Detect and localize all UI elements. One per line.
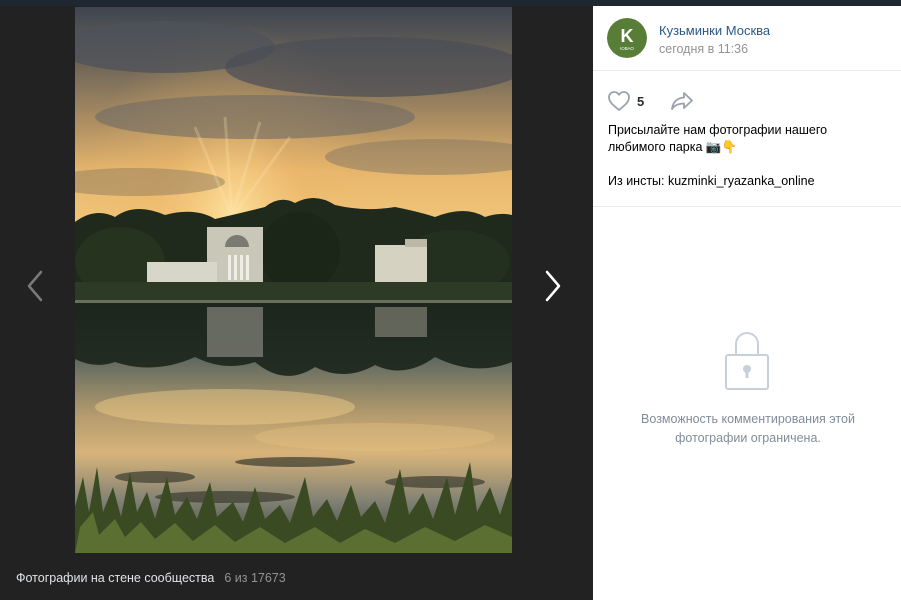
post-header: K ЮВАО Кузьминки Москва сегодня в 11:36 xyxy=(593,6,901,71)
divider xyxy=(593,206,901,207)
next-photo-button[interactable] xyxy=(538,266,568,306)
chevron-right-icon xyxy=(545,270,561,302)
photo-image xyxy=(75,7,512,553)
lock-icon xyxy=(724,329,770,391)
like-button[interactable]: 5 xyxy=(607,90,644,112)
info-panel: K ЮВАО Кузьминки Москва сегодня в 11:36 … xyxy=(593,6,901,600)
group-logo: K ЮВАО xyxy=(607,18,647,58)
post-actions: 5 xyxy=(607,90,694,112)
photo[interactable] xyxy=(75,7,512,553)
photo-viewer: Фотографии на стене сообщества 6 из 17673 xyxy=(0,6,593,600)
comments-closed-text: Возможность комментирования этой фотогра… xyxy=(641,412,855,445)
caption-text: Присылайте нам фотографии нашего любимог… xyxy=(608,123,828,154)
chevron-left-icon xyxy=(27,270,43,302)
heart-outline-icon xyxy=(608,91,630,111)
post-caption: Присылайте нам фотографии нашего любимог… xyxy=(608,122,878,190)
viewer-footer: Фотографии на стене сообщества 6 из 17673 xyxy=(16,571,286,585)
avatar[interactable]: K ЮВАО xyxy=(607,18,647,58)
caption-source: Из инсты: kuzminki_ryazanka_online xyxy=(608,174,815,188)
photo-counter: 6 из 17673 xyxy=(224,571,286,585)
group-name-link[interactable]: Кузьминки Москва xyxy=(659,23,770,38)
share-button[interactable] xyxy=(670,91,694,111)
share-arrow-icon xyxy=(671,92,694,110)
like-count: 5 xyxy=(637,93,645,109)
svg-text:K: K xyxy=(621,26,634,46)
prev-photo-button[interactable] xyxy=(20,266,50,306)
album-title[interactable]: Фотографии на стене сообщества xyxy=(16,571,214,585)
post-time[interactable]: сегодня в 11:36 xyxy=(659,42,748,56)
svg-text:ЮВАО: ЮВАО xyxy=(620,46,634,51)
